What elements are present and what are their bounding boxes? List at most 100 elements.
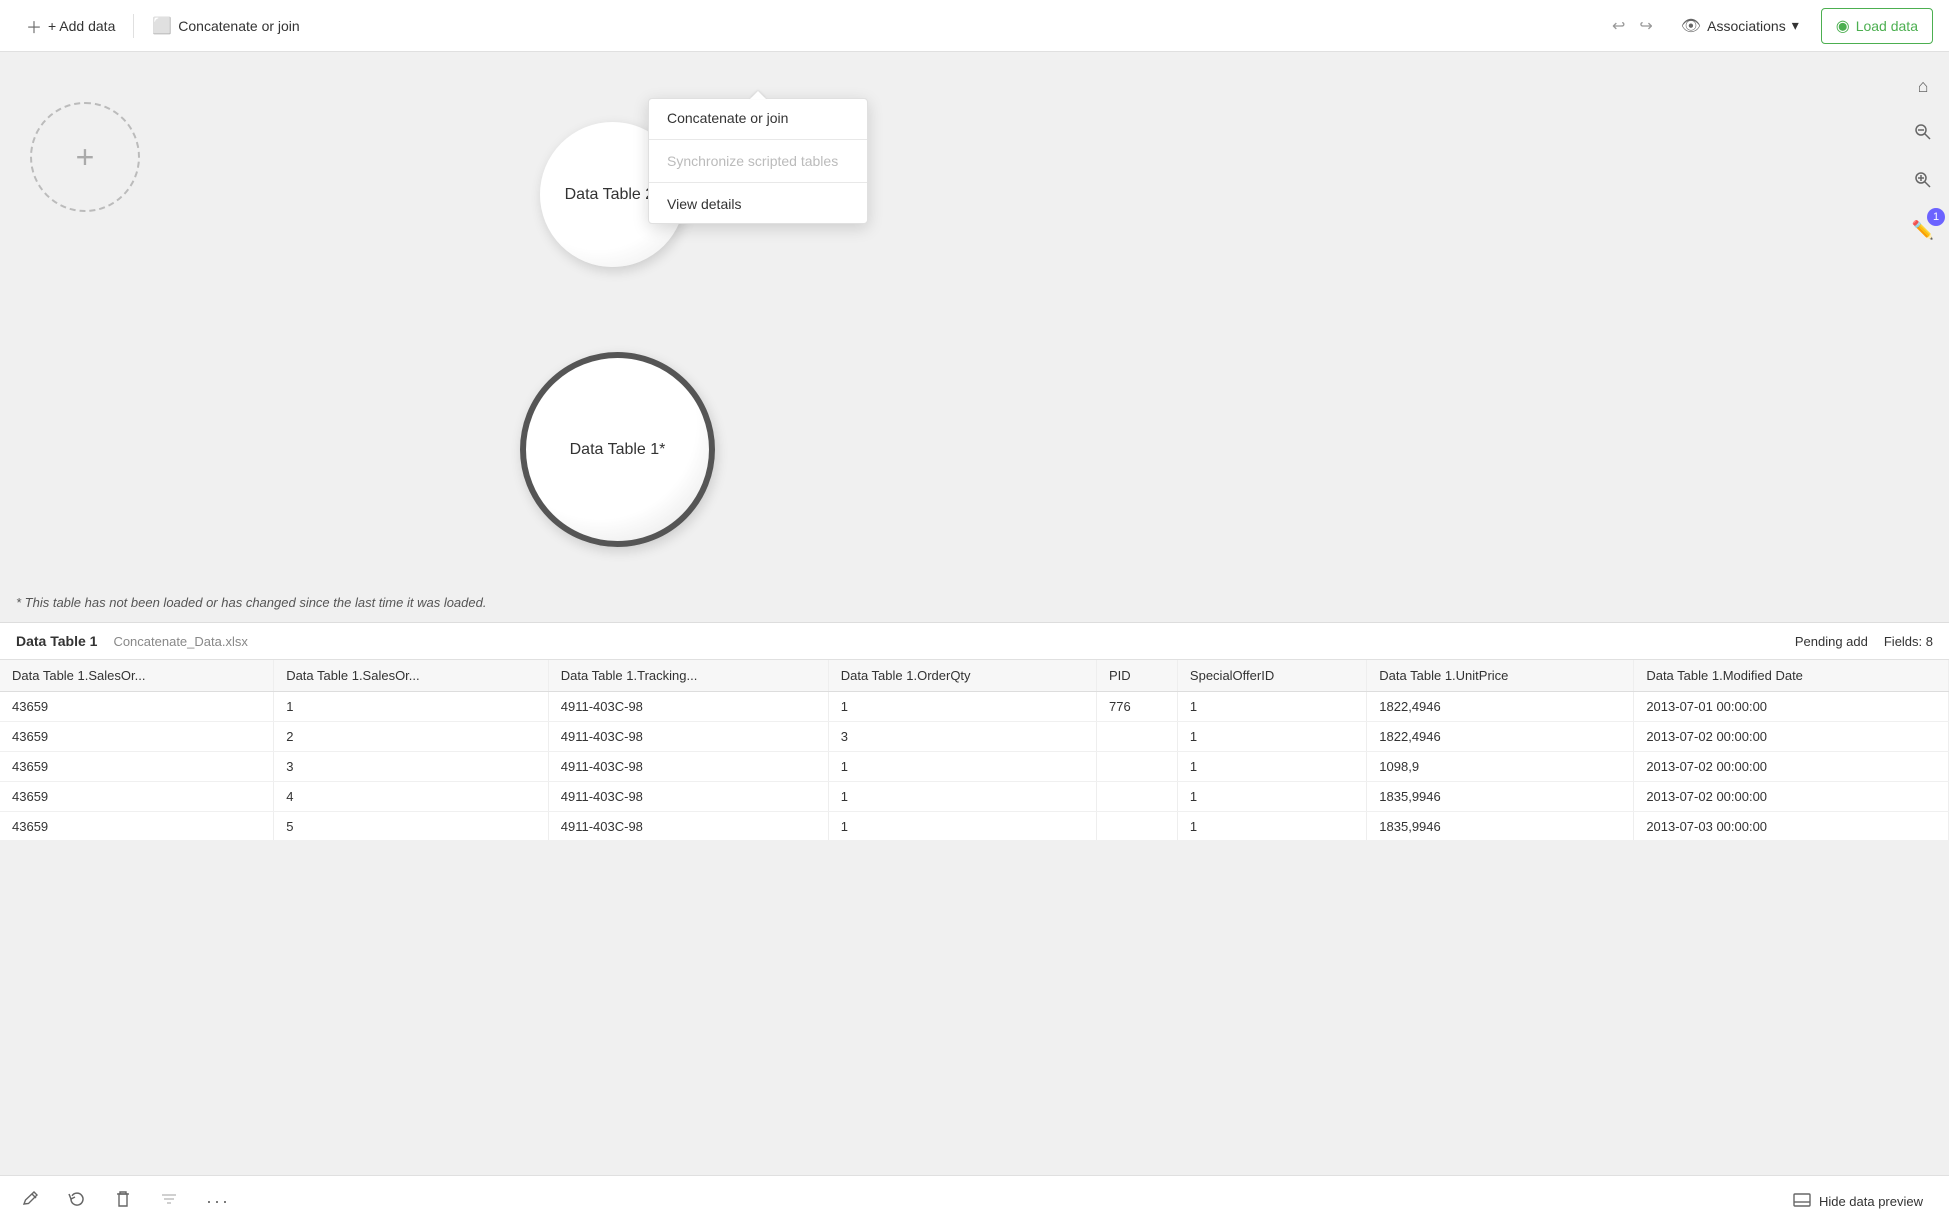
table-cell-1-7: 2013-07-02 00:00:00 [1634,722,1949,752]
context-menu-view-details[interactable]: View details [649,185,867,223]
table-cell-0-5: 1 [1177,692,1366,722]
canvas-note: * This table has not been loaded or has … [16,595,486,610]
col-header-6: Data Table 1.UnitPrice [1367,660,1634,692]
concatenate-label: Concatenate or join [178,18,299,34]
table-cell-3-2: 4911-403C-98 [548,782,828,812]
table-cell-3-0: 43659 [0,782,274,812]
bottom-toolbar: ··· Hide data preview [0,1175,1949,1227]
data-table-2-label: Data Table 2* [565,186,661,204]
table-cell-3-4 [1097,782,1178,812]
table-cell-2-2: 4911-403C-98 [548,752,828,782]
table-cell-1-4 [1097,722,1178,752]
menu-arrow [750,91,766,99]
table-cell-4-1: 5 [274,812,549,841]
table-cell-1-3: 3 [828,722,1096,752]
table-cell-2-6: 1098,9 [1367,752,1634,782]
canvas-area: + Data Table 2* Data Table 1* ⌂ 1 ✏️ * T… [0,52,1949,622]
more-button[interactable]: ··· [200,1184,236,1219]
context-menu-concatenate[interactable]: Concatenate or join [649,99,867,137]
col-header-3: Data Table 1.OrderQty [828,660,1096,692]
hide-preview-button[interactable]: Hide data preview [1783,1187,1933,1216]
home-button[interactable]: ⌂ [1905,68,1941,104]
load-data-button[interactable]: ◉ Load data [1821,8,1933,44]
filter-icon [160,1190,178,1213]
zoom-out-icon [1914,123,1932,146]
load-data-label: Load data [1856,18,1918,34]
table-cell-0-2: 4911-403C-98 [548,692,828,722]
table-cell-4-2: 4911-403C-98 [548,812,828,841]
chevron-down-icon: ▾ [1792,17,1799,34]
add-data-label: + Add data [48,18,115,34]
add-data-circle[interactable]: + [30,102,140,212]
context-menu-synchronize: Synchronize scripted tables [649,142,867,180]
table-cell-0-0: 43659 [0,692,274,722]
zoom-in-button[interactable] [1905,164,1941,200]
delete-button[interactable] [108,1184,138,1219]
paint-button[interactable]: 1 ✏️ [1905,212,1941,248]
associations-button[interactable]: 👁 Associations ▾ [1671,10,1809,42]
table-cell-0-4: 776 [1097,692,1178,722]
table-cell-3-6: 1835,9946 [1367,782,1634,812]
table-row: 4365924911-403C-983 11822,49462013-07-02 … [0,722,1949,752]
table-body: 4365914911-403C-98177611822,49462013-07-… [0,692,1949,841]
table-cell-1-0: 43659 [0,722,274,752]
table-cell-1-6: 1822,4946 [1367,722,1634,752]
table-cell-4-7: 2013-07-03 00:00:00 [1634,812,1949,841]
table-cell-2-5: 1 [1177,752,1366,782]
table-cell-2-3: 1 [828,752,1096,782]
eye-icon: 👁 [1681,16,1701,36]
canvas-controls: ⌂ 1 ✏️ [1897,52,1949,622]
table-header-row: Data Table 1.SalesOr... Data Table 1.Sal… [0,660,1949,692]
data-table-wrapper: Data Table 1.SalesOr... Data Table 1.Sal… [0,660,1949,840]
table-cell-0-1: 1 [274,692,549,722]
table-cell-3-7: 2013-07-02 00:00:00 [1634,782,1949,812]
table-cell-2-4 [1097,752,1178,782]
col-header-4: PID [1097,660,1178,692]
undo-button[interactable]: ↩ [1606,10,1631,42]
col-header-1: Data Table 1.SalesOr... [274,660,549,692]
col-header-0: Data Table 1.SalesOr... [0,660,274,692]
data-table-1-label: Data Table 1* [570,441,666,459]
edit-button[interactable] [16,1184,46,1219]
data-table-1-circle[interactable]: Data Table 1* [520,352,715,547]
hide-preview-label: Hide data preview [1819,1194,1923,1209]
table-cell-3-1: 4 [274,782,549,812]
plus-icon: ＋ [26,14,42,38]
refresh-icon [68,1190,86,1213]
context-menu-divider-2 [649,182,867,183]
preview-title: Data Table 1 [16,633,97,649]
table-cell-3-5: 1 [1177,782,1366,812]
data-table: Data Table 1.SalesOr... Data Table 1.Sal… [0,660,1949,840]
table-cell-4-0: 43659 [0,812,274,841]
toolbar-right: ↩ ↪ 👁 Associations ▾ ◉ Load data [1606,8,1933,44]
table-cell-1-2: 4911-403C-98 [548,722,828,752]
table-row: 4365934911-403C-98111098,92013-07-02 00:… [0,752,1949,782]
preview-fields: Fields: 8 [1884,634,1933,649]
zoom-in-icon [1914,171,1932,194]
delete-icon [114,1190,132,1213]
data-preview-section: Data Table 1 Concatenate_Data.xlsx Pendi… [0,622,1949,840]
redo-button[interactable]: ↪ [1633,10,1658,42]
table-cell-3-3: 1 [828,782,1096,812]
main-toolbar: ＋ + Add data ⬜ Concatenate or join ↩ ↪ 👁… [0,0,1949,52]
filter-button[interactable] [154,1184,184,1219]
concatenate-icon: ⬜ [152,16,172,36]
canvas-note-text: * This table has not been loaded or has … [16,595,486,610]
col-header-5: SpecialOfferID [1177,660,1366,692]
concatenate-button[interactable]: ⬜ Concatenate or join [142,10,309,42]
add-data-button[interactable]: ＋ + Add data [16,8,125,44]
table-cell-2-0: 43659 [0,752,274,782]
zoom-out-button[interactable] [1905,116,1941,152]
table-row: 4365944911-403C-98111835,99462013-07-02 … [0,782,1949,812]
table-cell-1-1: 2 [274,722,549,752]
table-cell-1-5: 1 [1177,722,1366,752]
table-cell-4-4 [1097,812,1178,841]
refresh-button[interactable] [62,1184,92,1219]
table-row: 4365914911-403C-98177611822,49462013-07-… [0,692,1949,722]
col-header-7: Data Table 1.Modified Date [1634,660,1949,692]
add-circle-plus-icon: + [76,139,95,176]
table-cell-0-3: 1 [828,692,1096,722]
more-icon: ··· [206,1191,230,1212]
badge-count: 1 [1927,208,1945,226]
preview-status: Pending add [1795,634,1868,649]
